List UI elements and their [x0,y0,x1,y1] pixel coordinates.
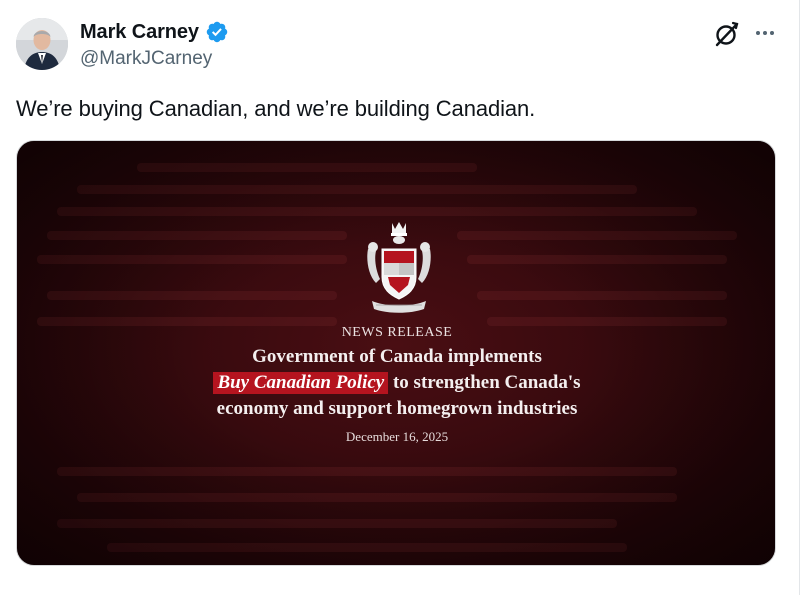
author-name-row: Mark Carney [80,20,229,44]
headline-line-3: economy and support homegrown industries [216,398,578,419]
release-date: December 16, 2025 [345,429,449,444]
coat-of-arms-icon [367,222,431,313]
headline-line-1: Government of Canada implements [252,346,542,367]
more-options-icon[interactable] [752,22,778,44]
headline-highlight: Buy Canadian Policy [213,372,389,394]
post-media-image[interactable]: NEWS RELEASE Government of Canada implem… [16,140,776,566]
grok-icon[interactable] [713,20,741,48]
headline-line-2: Buy Canadian Policy to strengthen Canada… [17,372,775,394]
verified-badge-icon [206,21,228,43]
post-card: Mark Carney @MarkJCarney We’re buying Ca… [0,0,800,595]
post-text: We’re buying Canadian, and we’re buildin… [16,96,536,121]
avatar-photo-icon [16,18,68,70]
author-name[interactable]: Mark Carney [80,21,199,44]
author-handle[interactable]: @MarkJCarney [80,48,212,70]
news-release-label: NEWS RELEASE [341,325,453,340]
author-avatar[interactable] [16,18,68,70]
headline-line-2-rest: to strengthen Canada's [388,372,581,393]
